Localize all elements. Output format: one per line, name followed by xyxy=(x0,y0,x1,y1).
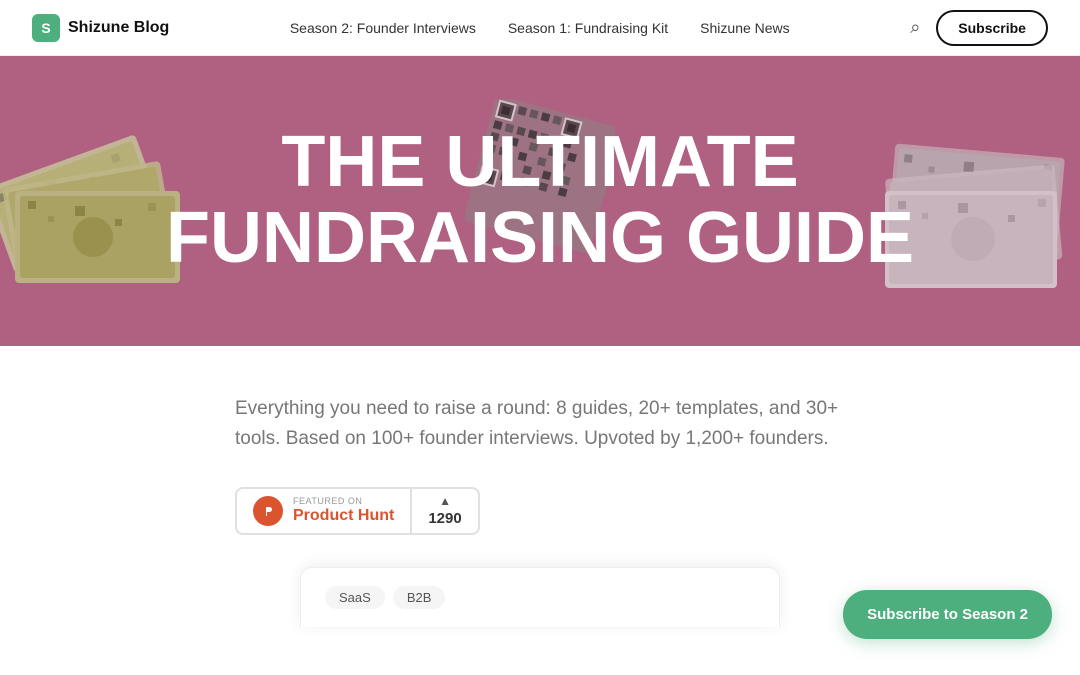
nav-link-season1[interactable]: Season 1: Fundraising Kit xyxy=(508,20,668,36)
subscribe-button[interactable]: Subscribe xyxy=(936,10,1048,46)
tag-saas: SaaS xyxy=(325,586,385,609)
ph-vote-section: ▲ 1290 xyxy=(412,494,477,527)
ph-left: FEATURED ON Product Hunt xyxy=(237,489,412,533)
navbar: S Shizune Blog Season 2: Founder Intervi… xyxy=(0,0,1080,56)
ph-product-name: Product Hunt xyxy=(293,507,394,525)
content-description: Everything you need to raise a round: 8 … xyxy=(235,394,855,455)
ph-logo-svg xyxy=(259,502,277,520)
nav-links: Season 2: Founder Interviews Season 1: F… xyxy=(290,20,790,36)
logo-icon: S xyxy=(32,14,60,42)
preview-tags: SaaS B2B xyxy=(325,586,755,609)
nav-link-season2[interactable]: Season 2: Founder Interviews xyxy=(290,20,476,36)
tag-b2b: B2B xyxy=(393,586,446,609)
hero-title: THE ULTIMATE FUNDRAISING GUIDE xyxy=(166,125,914,276)
ph-upvote-icon: ▲ xyxy=(439,494,451,508)
nav-link-news[interactable]: Shizune News xyxy=(700,20,790,36)
search-icon[interactable]: ⌕ xyxy=(910,17,920,38)
product-hunt-badge[interactable]: FEATURED ON Product Hunt ▲ 1290 xyxy=(235,487,480,535)
preview-card: SaaS B2B xyxy=(300,567,780,627)
ph-featured-label: FEATURED ON xyxy=(293,497,394,507)
hero-section: THE ULTIMATE FUNDRAISING GUIDE xyxy=(0,56,1080,346)
main-content: Everything you need to raise a round: 8 … xyxy=(0,346,1080,567)
logo-text: Shizune Blog xyxy=(68,19,169,37)
nav-logo[interactable]: S Shizune Blog xyxy=(32,14,169,42)
ph-text-block: FEATURED ON Product Hunt xyxy=(293,497,394,524)
subscribe-floating-button[interactable]: Subscribe to Season 2 xyxy=(843,590,1052,639)
ph-vote-count: 1290 xyxy=(428,510,461,527)
product-hunt-logo xyxy=(253,496,283,526)
nav-right: ⌕ Subscribe xyxy=(910,10,1048,46)
